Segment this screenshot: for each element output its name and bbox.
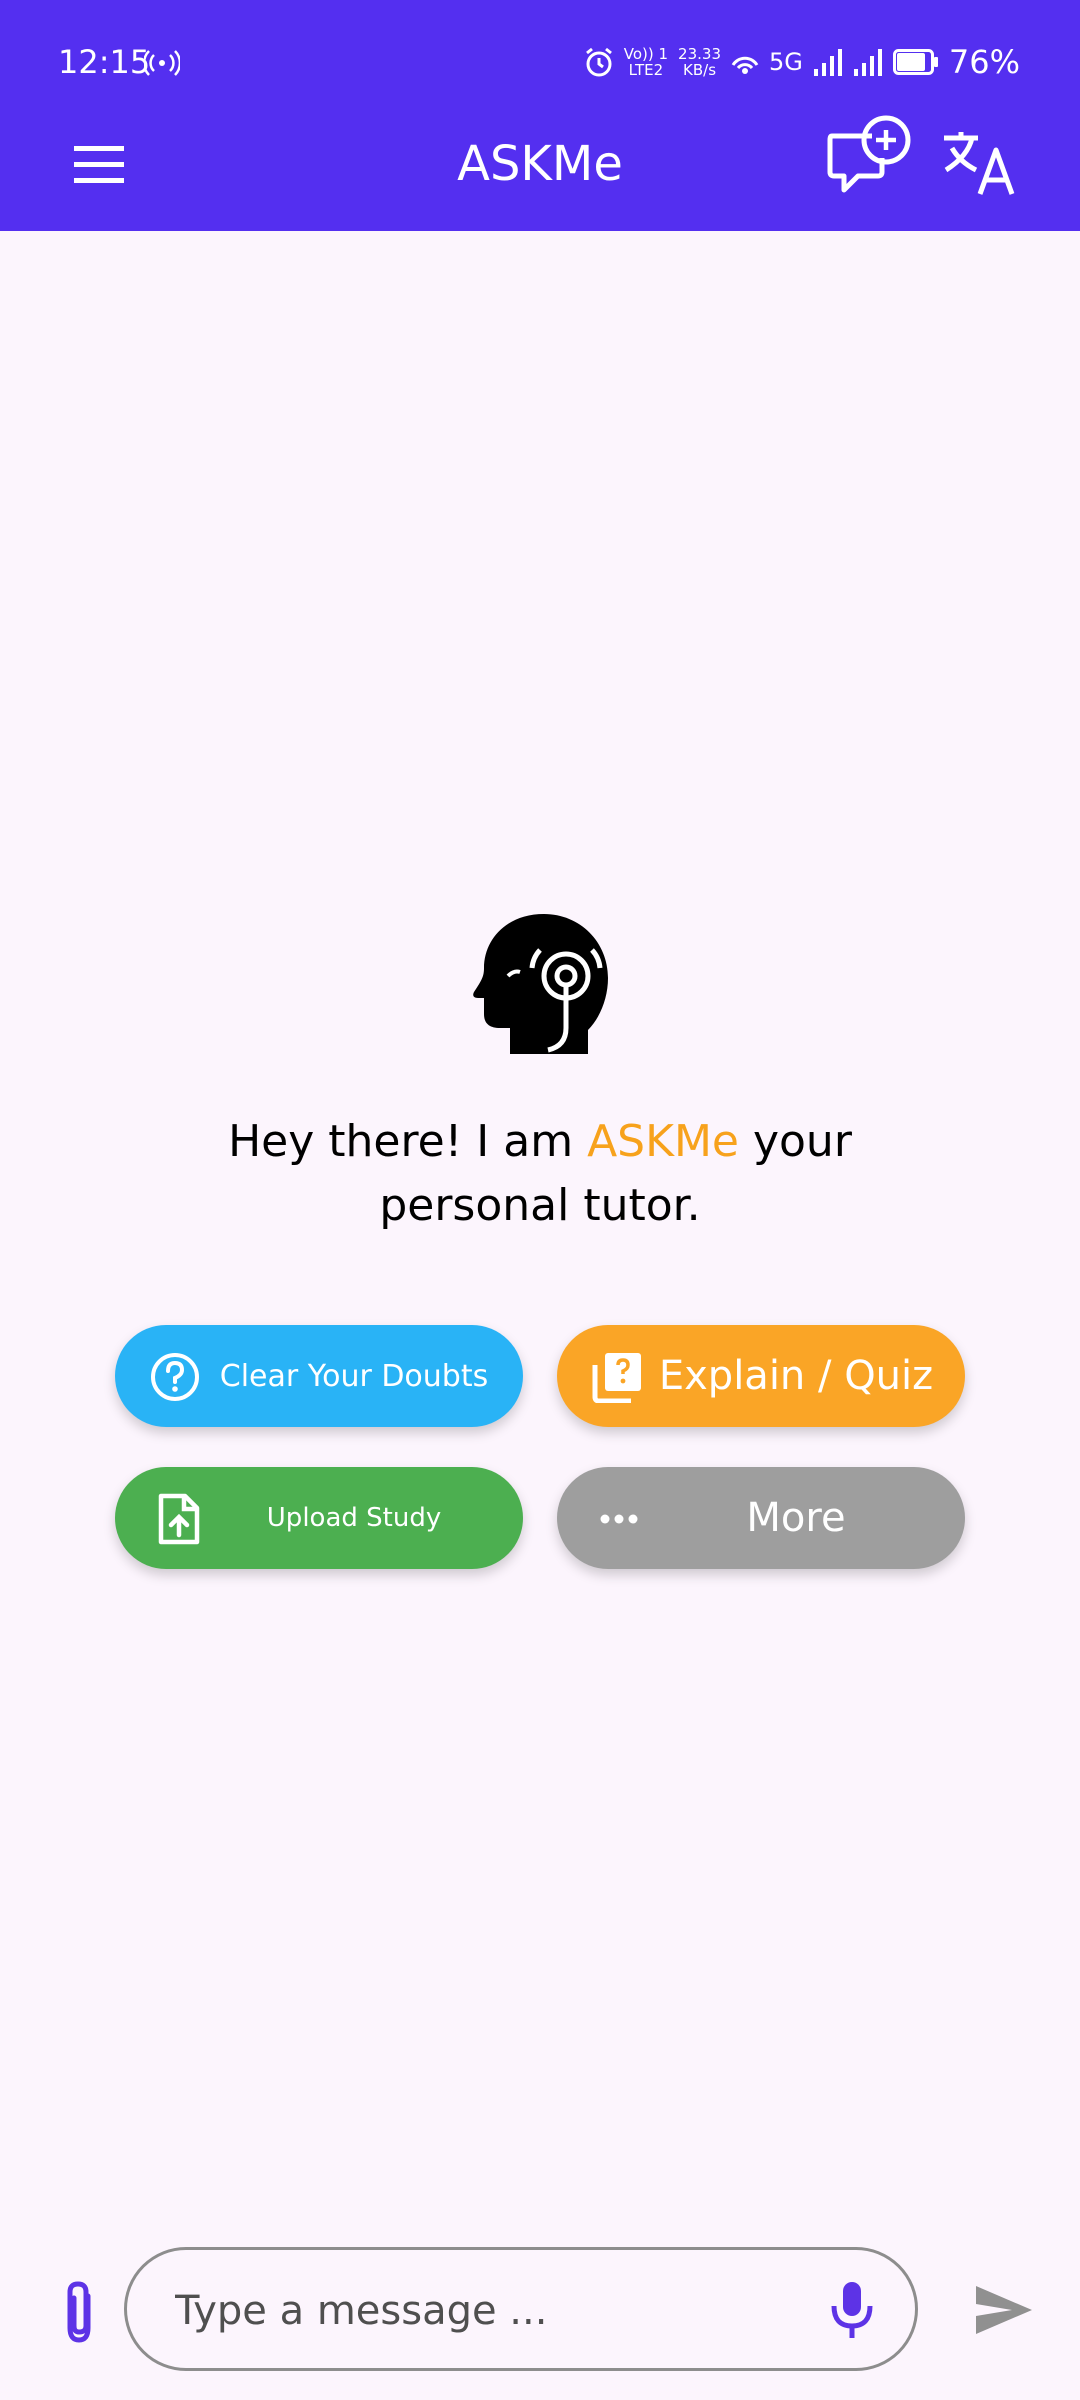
battery-icon (892, 49, 938, 75)
question-circle-icon (151, 1353, 199, 1401)
translate-icon[interactable] (940, 128, 1024, 198)
explain-quiz-button[interactable]: Explain / Quiz (557, 1325, 965, 1427)
volte-indicator: Vo)) 1 LTE2 (623, 45, 669, 79)
upload-study-button[interactable]: Upload Study (115, 1467, 523, 1569)
wifi-icon (731, 56, 759, 74)
hotspot-icon (144, 50, 180, 76)
more-dots-icon (600, 1514, 638, 1524)
new-chat-icon[interactable] (826, 110, 918, 202)
clear-doubts-button[interactable]: Clear Your Doubts (115, 1325, 523, 1427)
battery-percent: 76% (948, 43, 1020, 81)
app-title: ASKMe (457, 136, 623, 192)
signal-icon (813, 49, 842, 76)
network-speed: 23.33 KB/s (678, 45, 721, 79)
attachment-icon[interactable] (52, 2278, 106, 2348)
network-type: 5G (769, 48, 803, 76)
status-indicators: Vo)) 1 LTE2 23.33 KB/s 5G 76% (584, 40, 1020, 84)
more-button[interactable]: More (557, 1467, 965, 1569)
alarm-icon (585, 47, 612, 77)
file-upload-icon (158, 1493, 200, 1545)
upload-study-label: Upload Study (266, 1503, 442, 1533)
quiz-icon (592, 1353, 641, 1403)
explain-quiz-label: Explain / Quiz (658, 1353, 934, 1399)
clear-doubts-label: Clear Your Doubts (219, 1358, 489, 1394)
brand-name: ASKMe (587, 1116, 739, 1167)
microphone-icon[interactable] (830, 2280, 874, 2340)
signal-icon-2 (853, 49, 882, 76)
status-time: 12:15 (58, 43, 151, 81)
tutor-head-icon (473, 914, 608, 1054)
more-label: More (746, 1495, 846, 1541)
top-app-bar: 12:15 Vo)) 1 LTE2 23.33 KB/s 5G 76% ASKM… (0, 0, 1080, 231)
send-icon[interactable] (974, 2284, 1034, 2336)
message-input[interactable] (173, 2280, 777, 2342)
greeting-text: Hey there! I am ASKMe your personal tuto… (228, 1116, 852, 1231)
message-field[interactable] (124, 2247, 918, 2371)
status-bar: 12:15 Vo)) 1 LTE2 23.33 KB/s 5G 76% (0, 0, 1080, 120)
